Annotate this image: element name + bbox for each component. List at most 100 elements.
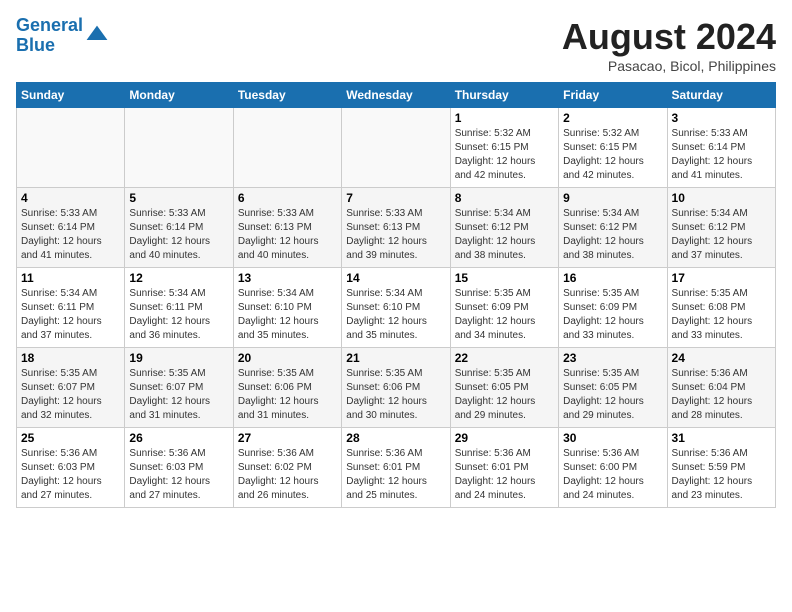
day-number: 11 (21, 271, 120, 285)
calendar-week-row: 25 Sunrise: 5:36 AM Sunset: 6:03 PM Dayli… (17, 428, 776, 508)
day-info: Sunrise: 5:36 AM Sunset: 6:03 PM Dayligh… (129, 447, 228, 503)
calendar-cell: 24Sunrise: 5:36 AM Sunset: 6:04 PM Dayli… (667, 348, 775, 428)
day-info: Sunrise: 5:33 AM Sunset: 6:14 PM Dayligh… (21, 207, 120, 263)
calendar-week-row: 11 Sunrise: 5:34 AM Sunset: 6:11 PM Dayli… (17, 268, 776, 348)
calendar-cell (342, 108, 450, 188)
logo-icon (85, 24, 109, 48)
day-info: Sunrise: 5:33 AM Sunset: 6:13 PM Dayligh… (346, 207, 445, 263)
calendar-cell: 20 Sunrise: 5:35 AM Sunset: 6:06 PM Dayli… (233, 348, 341, 428)
title-block: August 2024 Pasacao, Bicol, Philippines (562, 16, 776, 74)
weekday-header-friday: Friday (559, 83, 667, 108)
calendar-cell: 18 Sunrise: 5:35 AM Sunset: 6:07 PM Dayli… (17, 348, 125, 428)
day-number: 22 (455, 351, 554, 365)
day-info: Sunrise: 5:36 AM Sunset: 6:01 PM Dayligh… (455, 447, 554, 503)
location-subtitle: Pasacao, Bicol, Philippines (562, 58, 776, 74)
day-info: Sunrise: 5:36 AM Sunset: 6:00 PM Dayligh… (563, 447, 662, 503)
calendar-cell: 29 Sunrise: 5:36 AM Sunset: 6:01 PM Dayli… (450, 428, 558, 508)
day-info: Sunrise: 5:33 AM Sunset: 6:14 PM Dayligh… (672, 127, 771, 183)
calendar-cell: 25 Sunrise: 5:36 AM Sunset: 6:03 PM Dayli… (17, 428, 125, 508)
calendar-cell: 12 Sunrise: 5:34 AM Sunset: 6:11 PM Dayli… (125, 268, 233, 348)
calendar-cell: 8Sunrise: 5:34 AM Sunset: 6:12 PM Daylig… (450, 188, 558, 268)
day-info: Sunrise: 5:35 AM Sunset: 6:07 PM Dayligh… (21, 367, 120, 423)
calendar-cell: 13Sunrise: 5:34 AM Sunset: 6:10 PM Dayli… (233, 268, 341, 348)
calendar-table: SundayMondayTuesdayWednesdayThursdayFrid… (16, 82, 776, 508)
day-number: 17 (672, 271, 771, 285)
day-number: 31 (672, 431, 771, 445)
calendar-week-row: 18 Sunrise: 5:35 AM Sunset: 6:07 PM Dayli… (17, 348, 776, 428)
day-info: Sunrise: 5:33 AM Sunset: 6:13 PM Dayligh… (238, 207, 337, 263)
day-info: Sunrise: 5:34 AM Sunset: 6:10 PM Dayligh… (346, 287, 445, 343)
day-info: Sunrise: 5:36 AM Sunset: 6:03 PM Dayligh… (21, 447, 120, 503)
calendar-cell: 5 Sunrise: 5:33 AM Sunset: 6:14 PM Daylig… (125, 188, 233, 268)
day-number: 3 (672, 111, 771, 125)
day-info: Sunrise: 5:34 AM Sunset: 6:12 PM Dayligh… (455, 207, 554, 263)
calendar-cell: 19Sunrise: 5:35 AM Sunset: 6:07 PM Dayli… (125, 348, 233, 428)
day-info: Sunrise: 5:35 AM Sunset: 6:06 PM Dayligh… (238, 367, 337, 423)
day-number: 10 (672, 191, 771, 205)
calendar-cell (17, 108, 125, 188)
calendar-cell: 11 Sunrise: 5:34 AM Sunset: 6:11 PM Dayli… (17, 268, 125, 348)
calendar-cell (233, 108, 341, 188)
day-info: Sunrise: 5:34 AM Sunset: 6:12 PM Dayligh… (563, 207, 662, 263)
day-number: 29 (455, 431, 554, 445)
day-number: 21 (346, 351, 445, 365)
weekday-header-saturday: Saturday (667, 83, 775, 108)
day-info: Sunrise: 5:35 AM Sunset: 6:05 PM Dayligh… (455, 367, 554, 423)
calendar-cell: 31Sunrise: 5:36 AM Sunset: 5:59 PM Dayli… (667, 428, 775, 508)
calendar-cell: 28 Sunrise: 5:36 AM Sunset: 6:01 PM Dayli… (342, 428, 450, 508)
day-info: Sunrise: 5:36 AM Sunset: 6:01 PM Dayligh… (346, 447, 445, 503)
day-info: Sunrise: 5:34 AM Sunset: 6:12 PM Dayligh… (672, 207, 771, 263)
day-number: 2 (563, 111, 662, 125)
day-info: Sunrise: 5:32 AM Sunset: 6:15 PM Dayligh… (563, 127, 662, 183)
calendar-cell: 26 Sunrise: 5:36 AM Sunset: 6:03 PM Dayli… (125, 428, 233, 508)
calendar-header-row: SundayMondayTuesdayWednesdayThursdayFrid… (17, 83, 776, 108)
day-number: 18 (21, 351, 120, 365)
weekday-header-sunday: Sunday (17, 83, 125, 108)
day-number: 5 (129, 191, 228, 205)
calendar-cell: 27 Sunrise: 5:36 AM Sunset: 6:02 PM Dayli… (233, 428, 341, 508)
calendar-cell: 17 Sunrise: 5:35 AM Sunset: 6:08 PM Dayli… (667, 268, 775, 348)
day-info: Sunrise: 5:35 AM Sunset: 6:05 PM Dayligh… (563, 367, 662, 423)
day-number: 7 (346, 191, 445, 205)
day-info: Sunrise: 5:33 AM Sunset: 6:14 PM Dayligh… (129, 207, 228, 263)
day-number: 16 (563, 271, 662, 285)
calendar-cell: 2 Sunrise: 5:32 AM Sunset: 6:15 PM Daylig… (559, 108, 667, 188)
day-number: 15 (455, 271, 554, 285)
logo: General Blue (16, 16, 109, 56)
day-number: 4 (21, 191, 120, 205)
day-info: Sunrise: 5:35 AM Sunset: 6:08 PM Dayligh… (672, 287, 771, 343)
calendar-week-row: 1Sunrise: 5:32 AM Sunset: 6:15 PM Daylig… (17, 108, 776, 188)
calendar-cell (125, 108, 233, 188)
day-info: Sunrise: 5:34 AM Sunset: 6:10 PM Dayligh… (238, 287, 337, 343)
calendar-cell: 30Sunrise: 5:36 AM Sunset: 6:00 PM Dayli… (559, 428, 667, 508)
day-number: 14 (346, 271, 445, 285)
day-number: 27 (238, 431, 337, 445)
calendar-cell: 21Sunrise: 5:35 AM Sunset: 6:06 PM Dayli… (342, 348, 450, 428)
weekday-header-monday: Monday (125, 83, 233, 108)
day-number: 12 (129, 271, 228, 285)
calendar-cell: 6 Sunrise: 5:33 AM Sunset: 6:13 PM Daylig… (233, 188, 341, 268)
day-number: 26 (129, 431, 228, 445)
calendar-cell: 9Sunrise: 5:34 AM Sunset: 6:12 PM Daylig… (559, 188, 667, 268)
day-number: 28 (346, 431, 445, 445)
calendar-cell: 7 Sunrise: 5:33 AM Sunset: 6:13 PM Daylig… (342, 188, 450, 268)
day-number: 25 (21, 431, 120, 445)
calendar-cell: 4 Sunrise: 5:33 AM Sunset: 6:14 PM Daylig… (17, 188, 125, 268)
weekday-header-wednesday: Wednesday (342, 83, 450, 108)
day-info: Sunrise: 5:35 AM Sunset: 6:09 PM Dayligh… (455, 287, 554, 343)
day-info: Sunrise: 5:35 AM Sunset: 6:09 PM Dayligh… (563, 287, 662, 343)
day-info: Sunrise: 5:34 AM Sunset: 6:11 PM Dayligh… (129, 287, 228, 343)
day-info: Sunrise: 5:36 AM Sunset: 6:02 PM Dayligh… (238, 447, 337, 503)
day-number: 23 (563, 351, 662, 365)
day-info: Sunrise: 5:36 AM Sunset: 6:04 PM Dayligh… (672, 367, 771, 423)
day-number: 6 (238, 191, 337, 205)
weekday-header-tuesday: Tuesday (233, 83, 341, 108)
page-header: General Blue August 2024 Pasacao, Bicol,… (16, 16, 776, 74)
month-title: August 2024 (562, 16, 776, 58)
calendar-cell: 3 Sunrise: 5:33 AM Sunset: 6:14 PM Daylig… (667, 108, 775, 188)
day-info: Sunrise: 5:34 AM Sunset: 6:11 PM Dayligh… (21, 287, 120, 343)
weekday-header-thursday: Thursday (450, 83, 558, 108)
calendar-cell: 15 Sunrise: 5:35 AM Sunset: 6:09 PM Dayli… (450, 268, 558, 348)
logo-line2: Blue (16, 35, 55, 55)
day-number: 20 (238, 351, 337, 365)
